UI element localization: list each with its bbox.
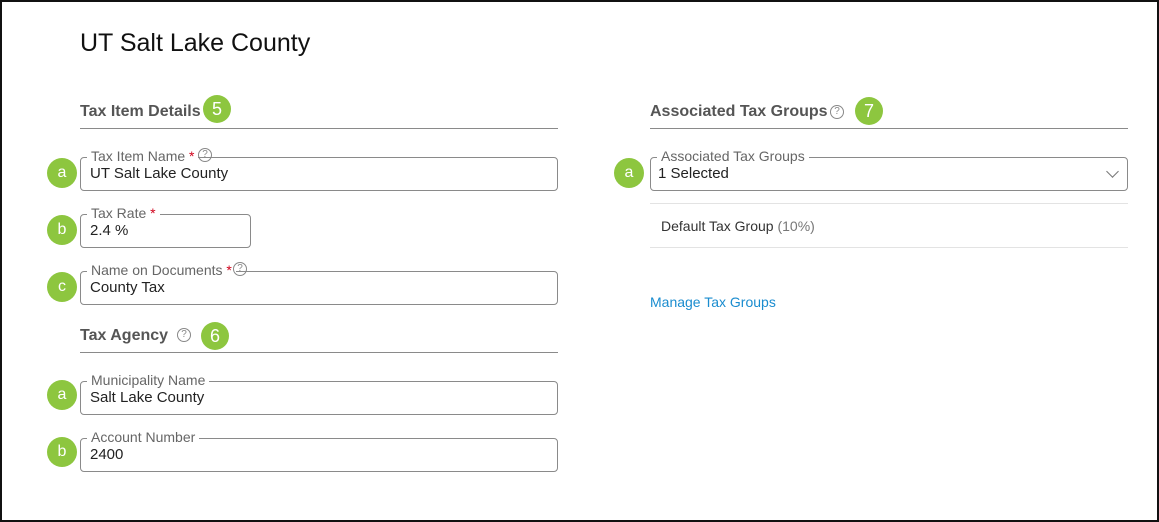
- municipality-name-label: Municipality Name: [87, 372, 210, 388]
- manage-tax-groups-link[interactable]: Manage Tax Groups: [650, 294, 776, 310]
- callout-badge-7: 7: [855, 97, 883, 125]
- page-title: UT Salt Lake County: [80, 29, 311, 57]
- callout-badge-6: 6: [201, 322, 229, 350]
- callout-badge-a: a: [47, 380, 77, 410]
- municipality-name-field[interactable]: Municipality Name Salt Lake County: [80, 372, 558, 415]
- tax-agency-heading: Tax Agency: [80, 327, 169, 344]
- help-icon[interactable]: ?: [830, 105, 844, 119]
- account-number-label: Account Number: [87, 429, 200, 445]
- tax-group-name: Default Tax Group (10%): [661, 218, 815, 234]
- tax-rate-label: Tax Rate *: [87, 205, 160, 221]
- municipality-name-value: Salt Lake County: [90, 389, 205, 406]
- tax-item-name-value: UT Salt Lake County: [90, 165, 229, 182]
- callout-badge-b: b: [47, 437, 77, 467]
- callout-badge-a: a: [47, 158, 77, 188]
- tax-rate-value: 2.4 %: [90, 222, 129, 239]
- callout-badge-5: 5: [203, 95, 231, 123]
- account-number-value: 2400: [90, 446, 124, 463]
- name-on-documents-label: Name on Documents *: [87, 262, 236, 278]
- associated-tax-groups-heading: Associated Tax Groups: [650, 103, 828, 120]
- associated-tax-groups-header: Associated Tax Groups: [650, 93, 1128, 129]
- callout-badge-a: a: [614, 158, 644, 188]
- account-number-field[interactable]: Account Number 2400: [80, 429, 558, 472]
- tax-item-details-heading: Tax Item Details: [80, 103, 201, 120]
- associated-tax-groups-select-label: Associated Tax Groups: [657, 148, 809, 164]
- tax-group-row: Default Tax Group (10%): [650, 203, 1128, 248]
- tax-agency-header: Tax Agency: [80, 317, 558, 353]
- tax-item-details-header: Tax Item Details: [80, 93, 558, 129]
- associated-tax-groups-select[interactable]: Associated Tax Groups 1 Selected: [650, 148, 1128, 191]
- help-icon[interactable]: ?: [177, 328, 191, 342]
- chevron-down-icon: [1106, 165, 1119, 178]
- help-icon[interactable]: ?: [233, 262, 247, 276]
- tax-item-name-label: Tax Item Name *: [87, 148, 199, 164]
- page-frame: UT Salt Lake County Tax Item Details 5 a…: [0, 0, 1159, 522]
- help-icon[interactable]: ?: [198, 148, 212, 162]
- associated-tax-groups-select-value: 1 Selected: [658, 165, 729, 182]
- tax-item-name-field[interactable]: Tax Item Name * ? UT Salt Lake County: [80, 148, 558, 191]
- callout-badge-c: c: [47, 272, 77, 302]
- name-on-documents-value: County Tax: [90, 279, 165, 296]
- tax-rate-field[interactable]: Tax Rate * 2.4 %: [80, 205, 251, 248]
- callout-badge-b: b: [47, 215, 77, 245]
- name-on-documents-field[interactable]: Name on Documents * ? County Tax: [80, 262, 558, 305]
